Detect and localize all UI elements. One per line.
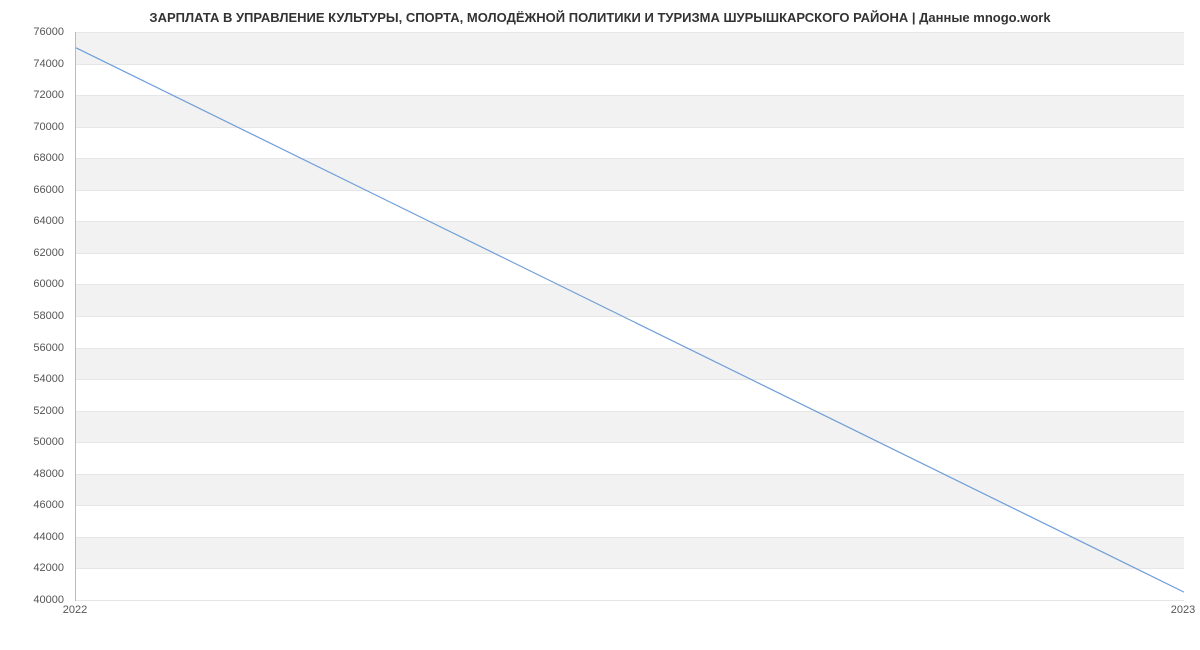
y-tick-label: 74000 xyxy=(33,58,64,70)
y-tick-label: 50000 xyxy=(33,436,64,448)
y-tick-label: 44000 xyxy=(33,531,64,543)
y-tick-label: 40000 xyxy=(33,594,64,606)
chart-title: ЗАРПЛАТА В УПРАВЛЕНИЕ КУЛЬТУРЫ, СПОРТА, … xyxy=(0,0,1200,31)
y-tick-label: 66000 xyxy=(33,184,64,196)
x-axis: 20222023 xyxy=(75,602,1183,622)
y-tick-label: 48000 xyxy=(33,468,64,480)
y-axis: 4000042000440004600048000500005200054000… xyxy=(0,32,70,600)
y-tick-label: 56000 xyxy=(33,342,64,354)
y-tick-label: 76000 xyxy=(33,26,64,38)
gridline xyxy=(76,600,1184,601)
y-tick-label: 54000 xyxy=(33,373,64,385)
y-tick-label: 58000 xyxy=(33,310,64,322)
y-tick-label: 70000 xyxy=(33,121,64,133)
y-tick-label: 52000 xyxy=(33,405,64,417)
y-tick-label: 68000 xyxy=(33,152,64,164)
chart-line xyxy=(76,32,1184,600)
y-tick-label: 64000 xyxy=(33,215,64,227)
chart-container: ЗАРПЛАТА В УПРАВЛЕНИЕ КУЛЬТУРЫ, СПОРТА, … xyxy=(0,0,1200,650)
plot-area xyxy=(75,32,1184,601)
y-tick-label: 46000 xyxy=(33,499,64,511)
y-tick-label: 42000 xyxy=(33,562,64,574)
y-tick-label: 62000 xyxy=(33,247,64,259)
x-tick-label: 2023 xyxy=(1171,604,1195,616)
x-tick-label: 2022 xyxy=(63,604,87,616)
y-tick-label: 60000 xyxy=(33,278,64,290)
y-tick-label: 72000 xyxy=(33,89,64,101)
